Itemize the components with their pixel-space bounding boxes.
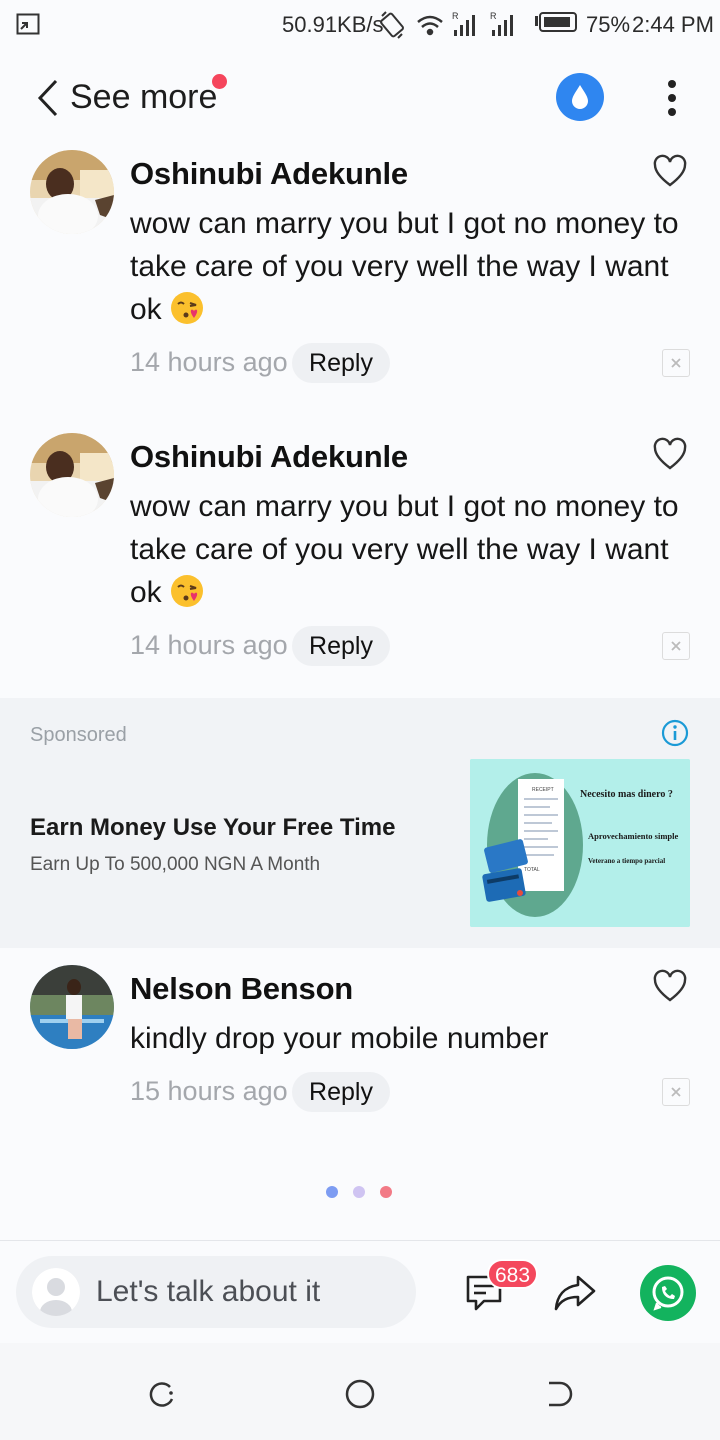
back-nav-button[interactable] — [542, 1377, 576, 1411]
kebab-dot — [668, 94, 676, 102]
like-button[interactable] — [652, 437, 688, 471]
close-icon — [671, 1087, 681, 1097]
pager-dot — [380, 1186, 392, 1198]
dismiss-button[interactable] — [662, 349, 690, 377]
reply-button[interactable]: Reply — [292, 1072, 390, 1112]
close-icon — [671, 641, 681, 651]
comment-bar: Let's talk about it 683 — [0, 1241, 720, 1343]
comment-author[interactable]: Oshinubi Adekunle — [130, 156, 408, 192]
dismiss-button[interactable] — [662, 632, 690, 660]
back-nav-icon — [549, 1381, 573, 1407]
ad-image-line1: Necesito mas dinero ? — [580, 789, 673, 800]
wifi-icon — [417, 15, 443, 36]
pager-dot — [326, 1186, 338, 1198]
close-icon — [671, 358, 681, 368]
kissing-wink-emoji — [170, 574, 204, 608]
comment-count-badge: 683 — [487, 1259, 539, 1289]
battery-percent: 75% — [586, 12, 631, 37]
sponsored-ad[interactable]: Sponsored Earn Money Use Your Free Time … — [0, 698, 720, 948]
comment-item: Oshinubi Adekunle wow can marry you but … — [0, 150, 720, 390]
comment-author[interactable]: Nelson Benson — [130, 971, 353, 1007]
comment-time: 14 hours ago — [130, 630, 288, 660]
ad-total-text: TOTAL — [524, 867, 540, 873]
comment-text: kindly drop your mobile number — [130, 1022, 549, 1055]
svg-text:R: R — [452, 11, 459, 21]
comment-author[interactable]: Oshinubi Adekunle — [130, 439, 408, 475]
kissing-wink-emoji — [170, 291, 204, 325]
info-icon — [661, 719, 689, 747]
see-more-link[interactable]: See more — [70, 78, 217, 117]
ad-title[interactable]: Earn Money Use Your Free Time — [30, 814, 395, 842]
rotate-icon — [380, 11, 404, 39]
ad-image[interactable]: RECEIPT TOTAL Necesito mas dinero ? Apro… — [470, 759, 690, 927]
avatar[interactable] — [30, 433, 114, 517]
recent-apps-button[interactable] — [144, 1377, 178, 1411]
home-circle-icon — [345, 1379, 375, 1409]
svg-text:R: R — [490, 11, 497, 21]
loading-dots — [318, 1184, 408, 1200]
notification-dot — [212, 74, 227, 89]
like-button[interactable] — [652, 154, 688, 188]
water-drop-icon — [572, 85, 588, 109]
heart-icon — [653, 969, 687, 1002]
comment-text: wow can marry you but I got no money to … — [130, 490, 679, 609]
pager-dot — [353, 1186, 365, 1198]
comment-body: wow can marry you but I got no money to … — [130, 202, 690, 331]
comment-time: 15 hours ago — [130, 1076, 288, 1106]
heart-icon — [653, 437, 687, 470]
reply-button[interactable]: Reply — [292, 626, 390, 666]
back-button[interactable] — [34, 78, 64, 118]
comment-input[interactable]: Let's talk about it — [16, 1256, 416, 1328]
chevron-left-icon — [37, 79, 58, 117]
battery-icon — [535, 12, 577, 32]
ad-image-line2: Aprovechamiento simple — [588, 831, 678, 841]
system-nav-bar — [0, 1343, 720, 1440]
home-button[interactable] — [343, 1377, 377, 1411]
like-button[interactable] — [652, 969, 688, 1003]
status-bar: 50.91KB/s R R 75% 2:44 PM — [0, 0, 720, 50]
avatar[interactable] — [30, 150, 114, 234]
avatar[interactable] — [30, 965, 114, 1049]
whatsapp-share-button[interactable] — [640, 1265, 696, 1321]
comment-item: Oshinubi Adekunle wow can marry you but … — [0, 433, 720, 673]
whatsapp-icon — [652, 1276, 684, 1311]
ad-subtitle: Earn Up To 500,000 NGN A Month — [30, 854, 321, 875]
comment-text: wow can marry you but I got no money to … — [130, 207, 679, 326]
comment-input-placeholder[interactable]: Let's talk about it — [96, 1275, 320, 1309]
comment-item: Nelson Benson kindly drop your mobile nu… — [0, 965, 720, 1125]
reply-button[interactable]: Reply — [292, 343, 390, 383]
comment-time: 14 hours ago — [130, 347, 288, 377]
network-speed: 50.91KB/s — [282, 12, 384, 37]
ad-info-button[interactable] — [660, 718, 690, 748]
share-arrow-icon — [554, 1275, 596, 1311]
user-avatar-icon — [32, 1268, 80, 1316]
kebab-dot — [668, 108, 676, 116]
sponsored-label: Sponsored — [30, 724, 127, 746]
ad-receipt-text: RECEIPT — [532, 787, 554, 793]
share-button[interactable] — [552, 1271, 598, 1313]
kebab-dot — [668, 80, 676, 88]
status-icons: R R — [380, 10, 580, 45]
heart-icon — [653, 154, 687, 187]
comment-body: kindly drop your mobile number — [130, 1017, 690, 1060]
water-drop-button[interactable] — [556, 73, 604, 121]
top-header: See more — [0, 50, 720, 142]
recent-apps-icon — [149, 1382, 174, 1407]
screen-cast-icon — [16, 13, 40, 40]
comment-body: wow can marry you but I got no money to … — [130, 485, 690, 614]
more-options-button[interactable] — [660, 76, 684, 120]
dismiss-button[interactable] — [662, 1078, 690, 1106]
ad-image-line3: Veterano a tiempo parcial — [588, 857, 665, 865]
clock: 2:44 PM — [632, 12, 714, 37]
